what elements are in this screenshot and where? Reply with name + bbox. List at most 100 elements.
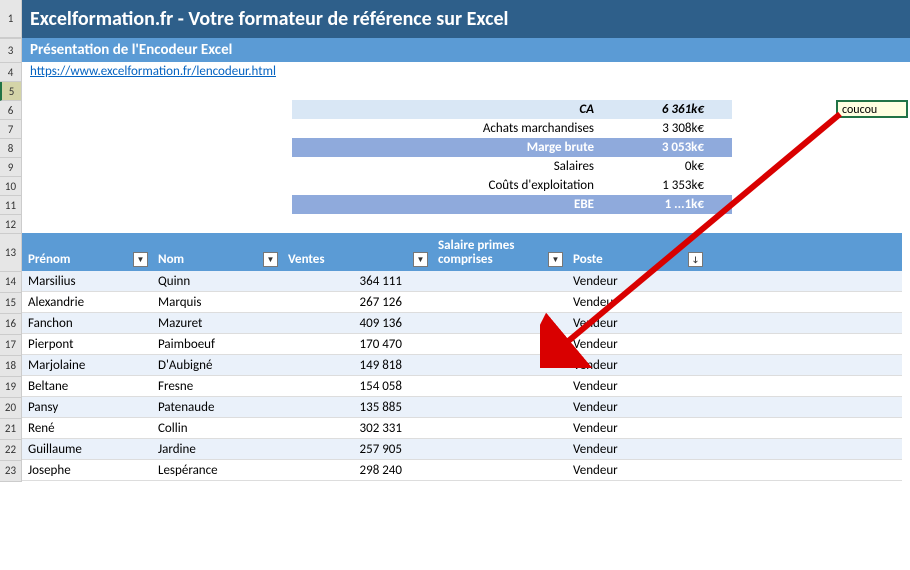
table-row[interactable]: PansyPatenaude135 885 Vendeur xyxy=(22,397,902,418)
cell-poste[interactable]: Vendeur xyxy=(567,439,707,459)
filter-dropdown-icon[interactable]: ▼ xyxy=(548,252,563,267)
cell-salaire[interactable] xyxy=(432,355,567,375)
row-number[interactable]: 7 xyxy=(0,120,21,139)
cell-ventes[interactable]: 298 240 xyxy=(282,460,432,480)
col-header-nom[interactable]: Nom ▼ xyxy=(152,248,282,271)
cell-salaire[interactable] xyxy=(432,439,567,459)
row-number[interactable]: 4 xyxy=(0,63,21,82)
row-number[interactable]: 3 xyxy=(0,39,21,63)
cell-ventes[interactable]: 302 331 xyxy=(282,418,432,438)
summary-row-couts[interactable]: Coûts d'exploitation 1 353k€ xyxy=(292,176,732,195)
cell-prenom[interactable]: Alexandrie xyxy=(22,292,152,312)
table-row[interactable]: GuillaumeJardine257 905 Vendeur xyxy=(22,439,902,460)
comment-cell[interactable]: coucou xyxy=(836,100,908,118)
row-number[interactable]: 16 xyxy=(0,314,21,335)
row-number[interactable]: 12 xyxy=(0,215,21,234)
cell-nom[interactable]: Patenaude xyxy=(152,397,282,417)
row-number[interactable]: 8 xyxy=(0,139,21,158)
cell-ventes[interactable]: 409 136 xyxy=(282,313,432,333)
cell-salaire[interactable] xyxy=(432,418,567,438)
row-number[interactable]: 19 xyxy=(0,377,21,398)
cell-prenom[interactable]: Pansy xyxy=(22,397,152,417)
cell-salaire[interactable] xyxy=(432,292,567,312)
row-number[interactable]: 20 xyxy=(0,398,21,419)
col-header-ventes[interactable]: Ventes ▼ xyxy=(282,248,432,271)
cell-prenom[interactable]: René xyxy=(22,418,152,438)
row-number[interactable]: 1 xyxy=(0,0,21,38)
row-number[interactable]: 17 xyxy=(0,335,21,356)
row-number[interactable]: 23 xyxy=(0,461,21,482)
cell-nom[interactable]: Collin xyxy=(152,418,282,438)
cell-prenom[interactable]: Guillaume xyxy=(22,439,152,459)
cell-salaire[interactable] xyxy=(432,313,567,333)
table-row[interactable]: JosepheLespérance298 240 Vendeur xyxy=(22,460,902,481)
row-number[interactable]: 15 xyxy=(0,293,21,314)
cell-poste[interactable]: Vendeur xyxy=(567,271,707,291)
cell-poste[interactable]: Vendeur xyxy=(567,376,707,396)
table-row[interactable]: RenéCollin302 331 Vendeur xyxy=(22,418,902,439)
col-header-poste[interactable]: Poste ↓ xyxy=(567,248,707,271)
table-row[interactable]: BeltaneFresne154 058 Vendeur xyxy=(22,376,902,397)
cell-nom[interactable]: D'Aubigné xyxy=(152,355,282,375)
cell-poste[interactable]: Vendeur xyxy=(567,397,707,417)
cell-poste[interactable]: Vendeur xyxy=(567,292,707,312)
summary-row-achats[interactable]: Achats marchandises 3 308k€ xyxy=(292,119,732,138)
row-number[interactable]: 11 xyxy=(0,196,21,215)
cell-prenom[interactable]: Beltane xyxy=(22,376,152,396)
table-row[interactable]: PierpontPaimboeuf170 470 Vendeur xyxy=(22,334,902,355)
filter-sort-icon[interactable]: ↓ xyxy=(688,252,703,267)
cell-salaire[interactable] xyxy=(432,334,567,354)
filter-dropdown-icon[interactable]: ▼ xyxy=(263,252,278,267)
row-number[interactable]: 14 xyxy=(0,272,21,293)
row-number[interactable]: 10 xyxy=(0,177,21,196)
row-number[interactable]: 9 xyxy=(0,158,21,177)
cell-salaire[interactable] xyxy=(432,271,567,291)
cell-nom[interactable]: Paimboeuf xyxy=(152,334,282,354)
filter-dropdown-icon[interactable]: ▼ xyxy=(133,252,148,267)
cell-poste[interactable]: Vendeur xyxy=(567,334,707,354)
summary-row-salaires[interactable]: Salaires 0k€ xyxy=(292,157,732,176)
cell-nom[interactable]: Mazuret xyxy=(152,313,282,333)
table-row[interactable]: MarjolaineD'Aubigné149 818 Vendeur xyxy=(22,355,902,376)
table-row[interactable]: AlexandrieMarquis267 126 Vendeur xyxy=(22,292,902,313)
row-number[interactable]: 18 xyxy=(0,356,21,377)
formation-link[interactable]: https://www.excelformation.fr/lencodeur.… xyxy=(30,64,276,79)
row-number[interactable]: 13 xyxy=(0,234,21,272)
cell-prenom[interactable]: Josephe xyxy=(22,460,152,480)
cell-ventes[interactable]: 135 885 xyxy=(282,397,432,417)
cell-poste[interactable]: Vendeur xyxy=(567,418,707,438)
row-number[interactable]: 22 xyxy=(0,440,21,461)
cell-prenom[interactable]: Marjolaine xyxy=(22,355,152,375)
cell-nom[interactable]: Fresne xyxy=(152,376,282,396)
cell-prenom[interactable]: Marsilius xyxy=(22,271,152,291)
row-number[interactable]: 6 xyxy=(0,101,21,120)
filter-dropdown-icon[interactable]: ▼ xyxy=(413,252,428,267)
cell-ventes[interactable]: 154 058 xyxy=(282,376,432,396)
cell-nom[interactable]: Marquis xyxy=(152,292,282,312)
cell-nom[interactable]: Quinn xyxy=(152,271,282,291)
cell-prenom[interactable]: Pierpont xyxy=(22,334,152,354)
table-row[interactable]: MarsiliusQuinn364 111 Vendeur xyxy=(22,271,902,292)
cell-poste[interactable]: Vendeur xyxy=(567,355,707,375)
cell-ventes[interactable]: 170 470 xyxy=(282,334,432,354)
cell-ventes[interactable]: 149 818 xyxy=(282,355,432,375)
cell-ventes[interactable]: 267 126 xyxy=(282,292,432,312)
cell-poste[interactable]: Vendeur xyxy=(567,460,707,480)
col-header-salaire[interactable]: Salaire primes comprises ▼ xyxy=(432,235,567,271)
cell-nom[interactable]: Jardine xyxy=(152,439,282,459)
summary-row-marge[interactable]: Marge brute 3 053k€ xyxy=(292,138,732,157)
cell-prenom[interactable]: Fanchon xyxy=(22,313,152,333)
table-row[interactable]: FanchonMazuret409 136 Vendeur xyxy=(22,313,902,334)
row-number[interactable]: 21 xyxy=(0,419,21,440)
row-number-selected[interactable]: 5 xyxy=(0,82,21,101)
cell-ventes[interactable]: 364 111 xyxy=(282,271,432,291)
summary-row-ebe[interactable]: EBE 1 ...1k€ xyxy=(292,195,732,214)
summary-row-ca[interactable]: CA 6 361k€ xyxy=(292,100,732,119)
cell-ventes[interactable]: 257 905 xyxy=(282,439,432,459)
cell-salaire[interactable] xyxy=(432,460,567,480)
col-header-prenom[interactable]: Prénom ▼ xyxy=(22,248,152,271)
cell-salaire[interactable] xyxy=(432,397,567,417)
cell-salaire[interactable] xyxy=(432,376,567,396)
cell-nom[interactable]: Lespérance xyxy=(152,460,282,480)
cell-poste[interactable]: Vendeur xyxy=(567,313,707,333)
